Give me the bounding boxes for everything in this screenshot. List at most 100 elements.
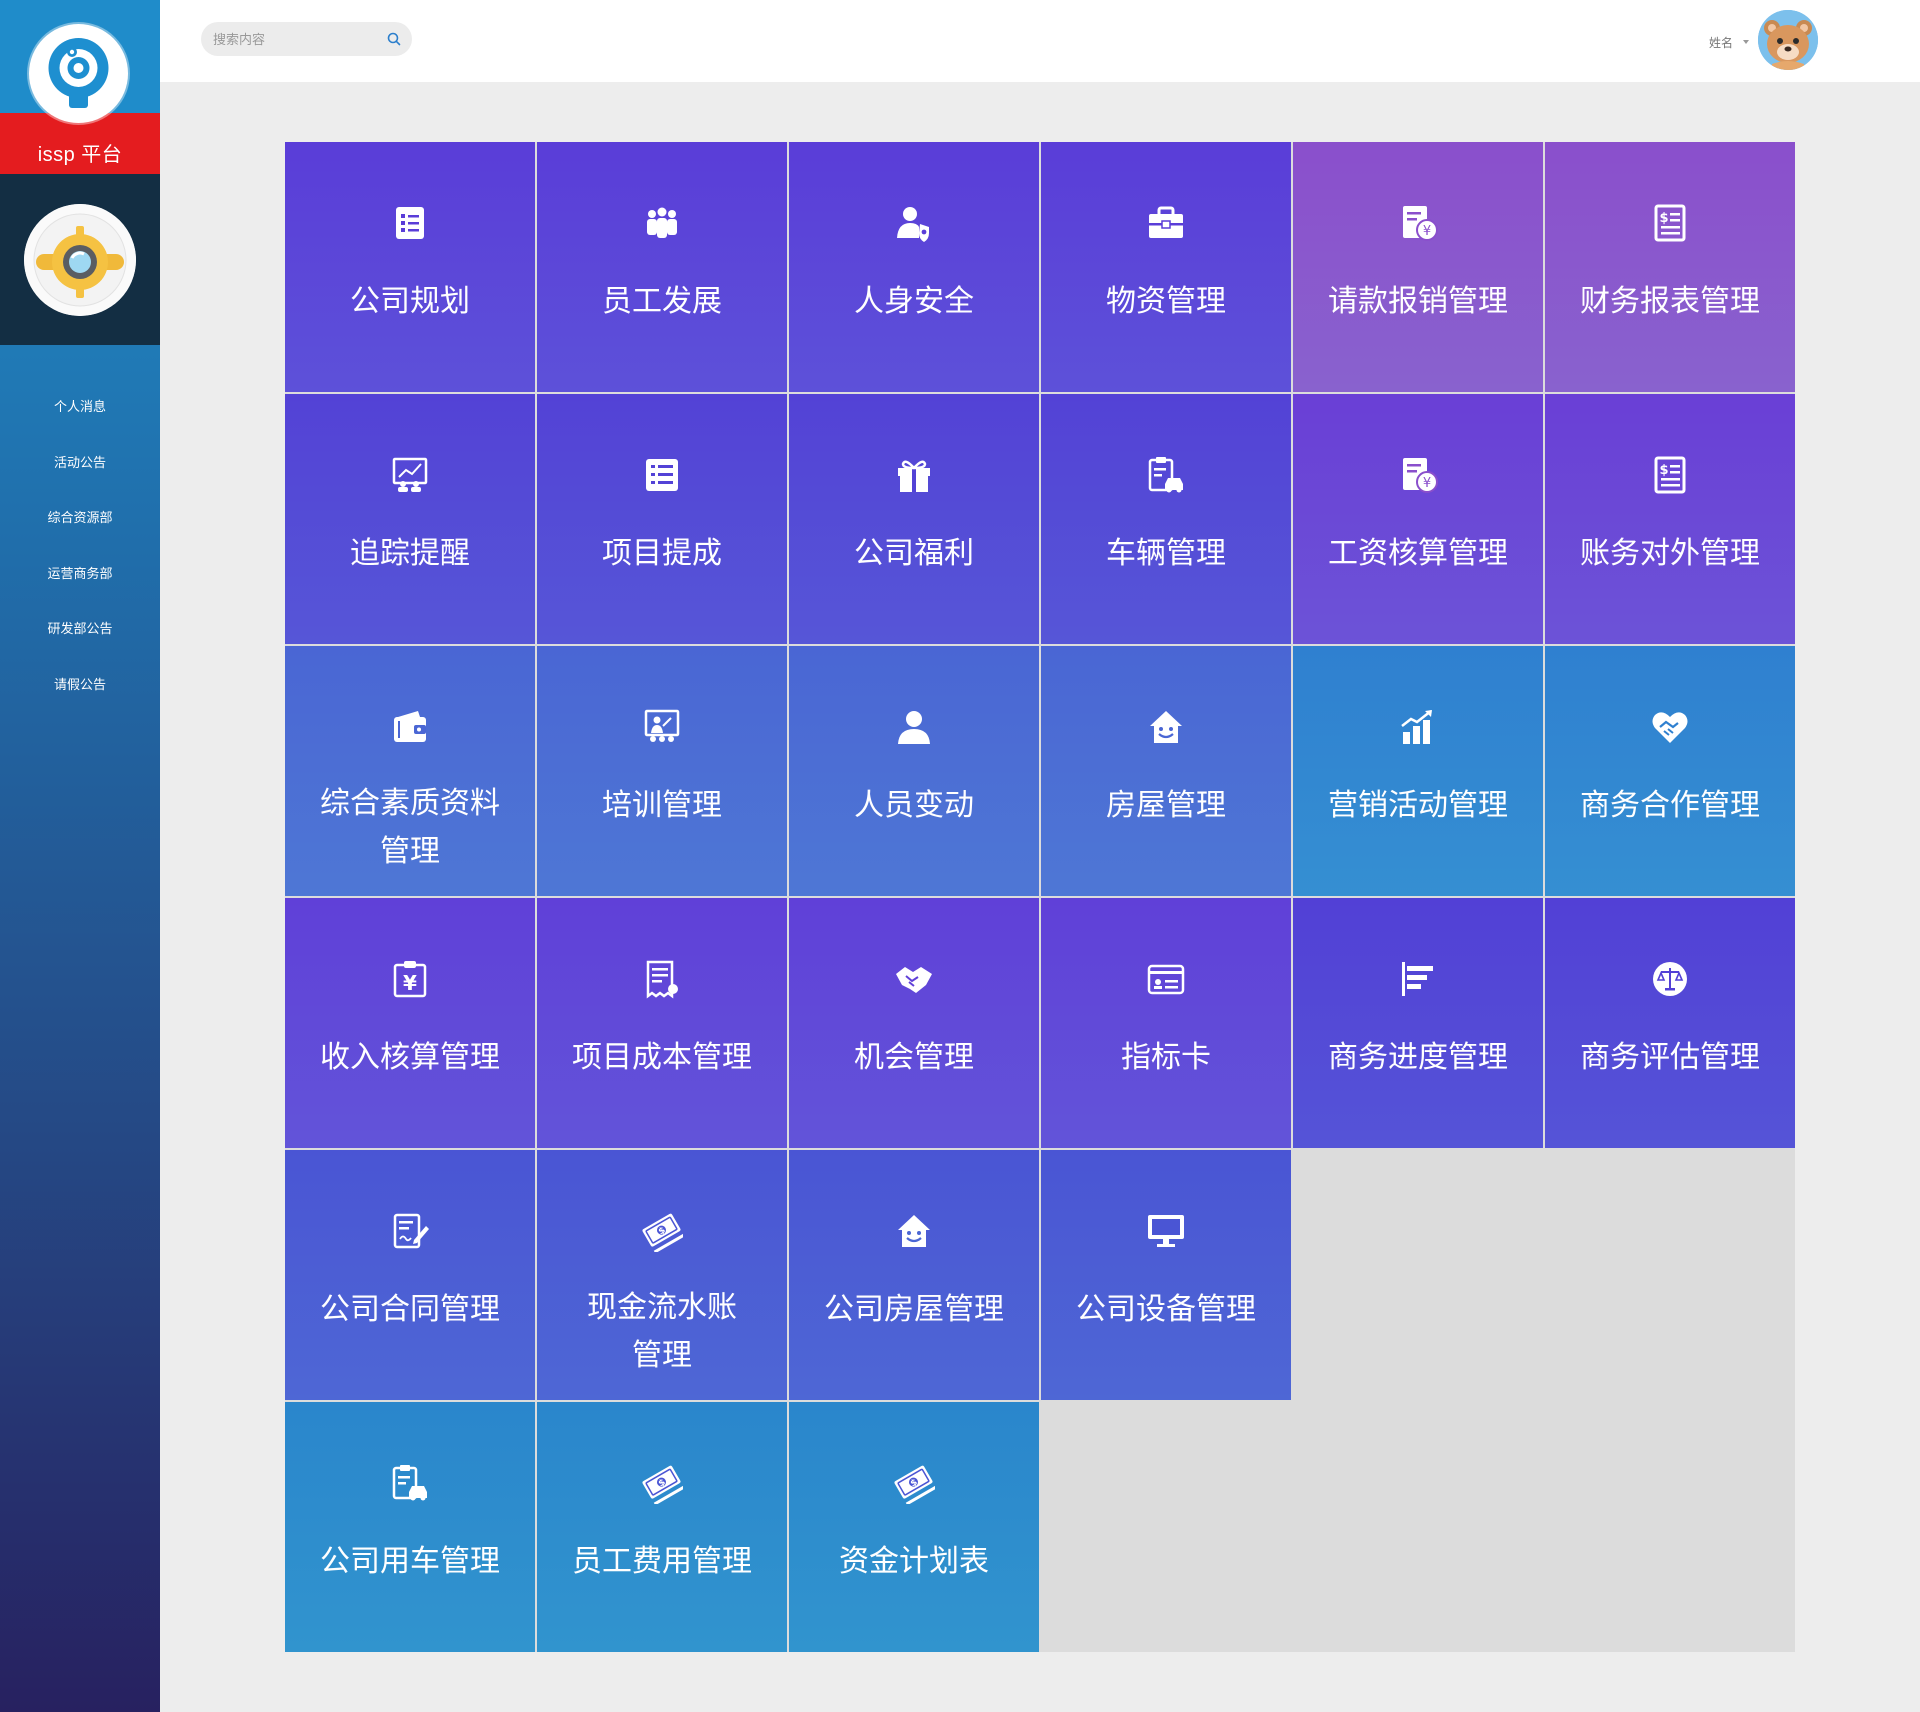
module-tile-label: 员工费用管理	[572, 1544, 752, 1579]
module-tile[interactable]: 指标卡	[1041, 898, 1291, 1148]
module-tile-label: 资金计划表	[839, 1544, 989, 1579]
id-card-icon	[1041, 958, 1291, 1002]
search-icon[interactable]	[386, 31, 402, 47]
module-tile[interactable]: $ 员工费用管理	[537, 1402, 787, 1652]
toolbox-icon	[1041, 202, 1291, 246]
yen-document-icon: ¥	[1293, 202, 1543, 246]
module-tile-label: 员工发展	[602, 284, 722, 319]
module-tile-label: 现金流水账 管理	[587, 1290, 737, 1373]
module-tile-label: 指标卡	[1121, 1040, 1211, 1075]
module-tile-label: 请款报销管理	[1328, 284, 1508, 319]
module-tile[interactable]: 追踪提醒	[285, 394, 535, 644]
module-tile[interactable]: 公司合同管理	[285, 1150, 535, 1400]
module-tile-label: 公司房屋管理	[824, 1292, 1004, 1327]
module-tile[interactable]: 机会管理	[789, 898, 1039, 1148]
user-avatar[interactable]	[1758, 10, 1818, 70]
yen-clipboard-icon: ¥	[285, 958, 535, 1002]
module-tile[interactable]: ¥ 请款报销管理	[1293, 142, 1543, 392]
module-tile[interactable]: 公司设备管理	[1041, 1150, 1291, 1400]
wallet-icon	[285, 706, 535, 750]
sidebar-item-leave-notice[interactable]: 请假公告	[0, 658, 160, 714]
module-tile[interactable]: 物资管理	[1041, 142, 1291, 392]
module-tile-label: 综合素质资料 管理	[320, 786, 500, 869]
dollar-document-icon: $	[1545, 202, 1795, 246]
module-tile-label: 公司规划	[350, 284, 470, 319]
module-tile-label: 工资核算管理	[1328, 536, 1508, 571]
sidebar-item-operations-dept[interactable]: 运营商务部	[0, 547, 160, 603]
module-tile[interactable]: ¥ 工资核算管理	[1293, 394, 1543, 644]
smile-house-icon	[789, 1210, 1039, 1254]
profile-avatar[interactable]	[24, 204, 136, 316]
module-grid: 公司规划 员工发展 人身安全 物资管理 ¥ 请款报销管理 $ 财务报表管理 追踪提醒 项目提成 公司…	[285, 142, 1795, 1652]
module-tile[interactable]: 商务进度管理	[1293, 898, 1543, 1148]
brand-logo-icon[interactable]	[29, 24, 128, 123]
module-tile-label: 人员变动	[854, 788, 974, 823]
brand-logo-text: issp 平台	[37, 144, 123, 166]
sidebar-item-rd-notice[interactable]: 研发部公告	[0, 602, 160, 658]
module-tile[interactable]: 营销活动管理	[1293, 646, 1543, 896]
module-tile[interactable]: 综合素质资料 管理	[285, 646, 535, 896]
contract-icon	[285, 1210, 535, 1254]
module-tile[interactable]: 公司房屋管理	[789, 1150, 1039, 1400]
car-clipboard-icon	[1041, 454, 1291, 498]
module-tile-label: 物资管理	[1106, 284, 1226, 319]
module-tile-label: 财务报表管理	[1580, 284, 1760, 319]
module-tile-label: 账务对外管理	[1580, 536, 1760, 571]
sidebar-item-resources-dept[interactable]: 综合资源部	[0, 491, 160, 547]
caret-down-icon[interactable]	[1743, 40, 1749, 44]
receipt-icon	[537, 958, 787, 1002]
sidebar-nav: 个人消息 活动公告 综合资源部 运营商务部 研发部公告 请假公告	[0, 380, 160, 713]
module-tile-label: 车辆管理	[1106, 536, 1226, 571]
cash-icon: $	[537, 1462, 787, 1506]
module-tile[interactable]: $ 账务对外管理	[1545, 394, 1795, 644]
sidebar: issp 平台 个人消息 活动公告 综合资源部 运营商务部 研发部公告 请假公告	[0, 0, 160, 1712]
module-tile[interactable]: 项目成本管理	[537, 898, 787, 1148]
heart-handshake-icon	[1545, 706, 1795, 750]
module-tile[interactable]: 培训管理	[537, 646, 787, 896]
module-tile-label: 商务合作管理	[1580, 788, 1760, 823]
module-tile[interactable]: 员工发展	[537, 142, 787, 392]
sidebar-item-activity-notice[interactable]: 活动公告	[0, 436, 160, 492]
module-tile[interactable]: $ 现金流水账 管理	[537, 1150, 787, 1400]
search-box	[201, 22, 412, 58]
module-tile[interactable]: $ 资金计划表	[789, 1402, 1039, 1652]
module-tile[interactable]: 公司福利	[789, 394, 1039, 644]
chart-board-icon	[285, 454, 535, 498]
monitor-icon	[1041, 1210, 1291, 1254]
growth-chart-icon	[1293, 706, 1543, 750]
user-icon	[789, 706, 1039, 750]
dollar-document-icon: $	[1545, 454, 1795, 498]
module-tile-label: 追踪提醒	[350, 536, 470, 571]
module-tile[interactable]: 商务评估管理	[1545, 898, 1795, 1148]
bar-progress-icon	[1293, 958, 1543, 1002]
sidebar-item-personal-messages[interactable]: 个人消息	[0, 380, 160, 436]
user-shield-icon	[789, 202, 1039, 246]
yen-document-icon: ¥	[1293, 454, 1543, 498]
module-tile-label: 机会管理	[854, 1040, 974, 1075]
module-tile[interactable]: 房屋管理	[1041, 646, 1291, 896]
svg-text:¥: ¥	[1423, 224, 1431, 239]
module-tile[interactable]: ¥ 收入核算管理	[285, 898, 535, 1148]
module-tile-label: 项目提成	[602, 536, 722, 571]
cash-icon: $	[537, 1210, 787, 1254]
module-tile[interactable]: 项目提成	[537, 394, 787, 644]
module-tile-label: 收入核算管理	[320, 1040, 500, 1075]
module-tile-label: 营销活动管理	[1328, 788, 1508, 823]
module-tile[interactable]: 公司规划	[285, 142, 535, 392]
module-tile[interactable]: 公司用车管理	[285, 1402, 535, 1652]
user-name[interactable]: 姓名	[1709, 34, 1733, 51]
search-input[interactable]	[211, 22, 375, 58]
module-tile[interactable]: $ 财务报表管理	[1545, 142, 1795, 392]
module-tile[interactable]: 车辆管理	[1041, 394, 1291, 644]
module-tile[interactable]: 人员变动	[789, 646, 1039, 896]
module-tile-label: 公司福利	[854, 536, 974, 571]
module-tile-label: 公司合同管理	[320, 1292, 500, 1327]
presentation-icon	[537, 706, 787, 750]
top-header: 姓名	[160, 0, 1920, 82]
module-tile-label: 商务进度管理	[1328, 1040, 1508, 1075]
cash-icon: $	[789, 1462, 1039, 1506]
module-tile[interactable]: 商务合作管理	[1545, 646, 1795, 896]
module-tile-label: 人身安全	[854, 284, 974, 319]
module-tile[interactable]: 人身安全	[789, 142, 1039, 392]
handshake-icon	[789, 958, 1039, 1002]
